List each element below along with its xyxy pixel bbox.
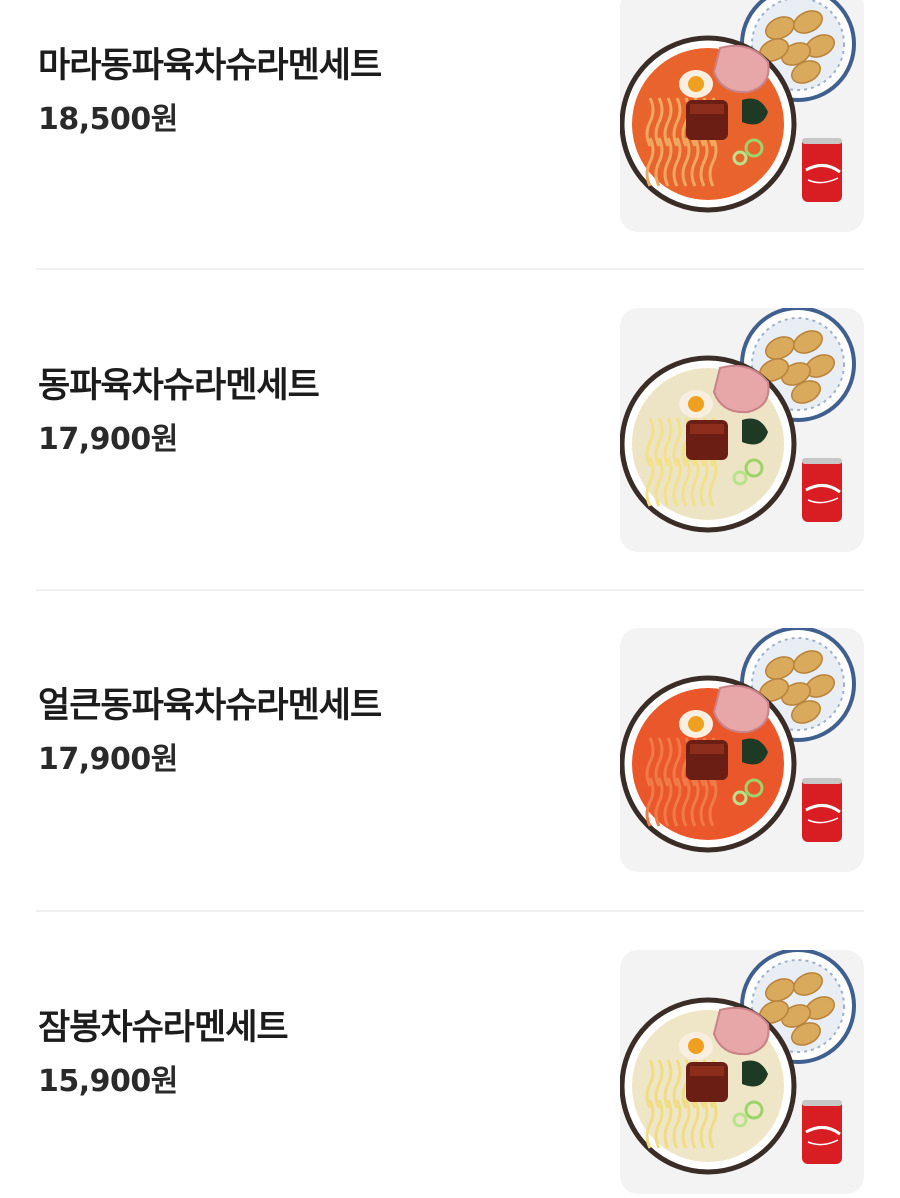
- menu-item-photo[interactable]: [620, 628, 864, 872]
- menu-item-price: 17,900원: [38, 742, 178, 777]
- menu-item-mala-dongpayuk-chashu-ramen-set[interactable]: 마라동파육차슈라멘세트 18,500원: [36, 0, 864, 232]
- menu-item-text: 잠봉차슈라멘세트 15,900원: [38, 1006, 289, 1100]
- menu-item-name: 동파육차슈라멘세트: [38, 366, 320, 406]
- menu-divider: [36, 589, 864, 591]
- menu-item-jambon-chashu-ramen-set[interactable]: 잠봉차슈라멘세트 15,900원: [36, 950, 864, 1194]
- menu-item-dongpayuk-chashu-ramen-set[interactable]: 동파육차슈라멘세트 17,900원: [36, 308, 864, 552]
- menu-item-text: 얼큰동파육차슈라멘세트 17,900원: [38, 684, 382, 778]
- menu-item-eolkeun-dongpayuk-chashu-ramen-set[interactable]: 얼큰동파육차슈라멘세트 17,900원: [36, 628, 864, 872]
- menu-item-price: 17,900원: [38, 422, 178, 457]
- menu-list: 마라동파육차슈라멘세트 18,500원 동파육차슈라멘세트 17,900원 얼큰…: [0, 0, 900, 1198]
- menu-item-photo[interactable]: [620, 308, 864, 552]
- menu-item-name: 잠봉차슈라멘세트: [38, 1008, 289, 1048]
- menu-item-name: 얼큰동파육차슈라멘세트: [38, 686, 382, 726]
- menu-item-price: 15,900원: [38, 1064, 178, 1099]
- menu-item-text: 동파육차슈라멘세트 17,900원: [38, 364, 320, 458]
- menu-item-photo[interactable]: [620, 0, 864, 232]
- menu-divider: [36, 268, 864, 270]
- menu-item-price: 18,500원: [38, 102, 178, 137]
- menu-item-text: 마라동파육차슈라멘세트 18,500원: [38, 44, 382, 138]
- menu-item-photo[interactable]: [620, 950, 864, 1194]
- menu-divider: [36, 910, 864, 912]
- menu-item-name: 마라동파육차슈라멘세트: [38, 46, 382, 86]
